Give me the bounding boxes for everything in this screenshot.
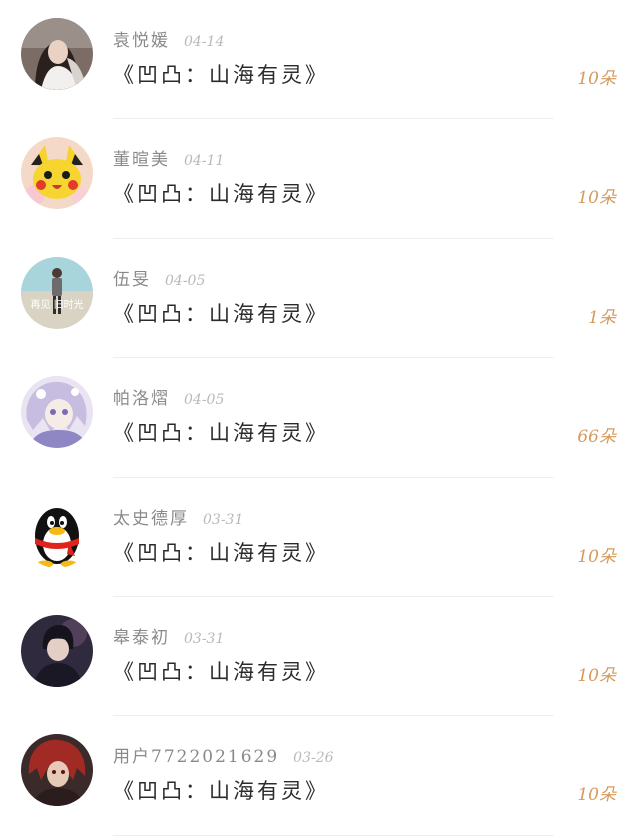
work-title: 《凹凸：山海有灵》 <box>113 182 329 207</box>
work-title: 《凹凸：山海有灵》 <box>113 63 329 87</box>
qq-penguin-avatar[interactable] <box>21 495 93 568</box>
work-title: 《凹凸：山海有灵》 <box>113 421 329 446</box>
username: 皋泰初 03-31 <box>113 627 225 648</box>
beach-person-avatar[interactable]: 再见 旧时光 <box>21 256 93 329</box>
gift-date: 04-11 <box>184 153 225 170</box>
flower-count: 10朵 <box>577 69 616 89</box>
list-item[interactable]: 袁悦媛 04-14 《凹凸：山海有灵》 10朵 <box>0 0 640 120</box>
gift-date: 04-05 <box>165 272 206 289</box>
gift-date: 03-26 <box>293 750 334 767</box>
work-title: 《凹凸：山海有灵》 <box>113 659 329 684</box>
list-item[interactable]: 皋泰初 03-31 《凹凸：山海有灵》 10朵 <box>0 597 640 717</box>
flower-count: 1朵 <box>588 307 616 328</box>
red-hair-anime-avatar[interactable] <box>21 734 93 807</box>
list-item[interactable]: 董暄美 04-11 《凹凸：山海有灵》 10朵 <box>0 119 640 239</box>
username: 董暄美 04-11 <box>113 150 225 171</box>
flower-count: 10朵 <box>577 665 616 686</box>
gift-list: 袁悦媛 04-14 《凹凸：山海有灵》 10朵 董暄美 04-11 《凹凸：山海… <box>0 0 640 836</box>
list-item[interactable]: 帕洛熠 04-05 《凹凸：山海有灵》 66朵 <box>0 358 640 478</box>
anime-character-avatar[interactable] <box>21 376 93 449</box>
gift-date: 03-31 <box>203 511 244 528</box>
gift-date: 04-05 <box>184 392 225 409</box>
username: 袁悦媛 04-14 <box>113 31 225 51</box>
list-item[interactable]: 用户7722021629 03-26 《凹凸：山海有灵》 10朵 <box>0 716 640 836</box>
girl-photo-avatar[interactable] <box>21 18 93 90</box>
work-title: 《凹凸：山海有灵》 <box>113 540 329 565</box>
flower-count: 10朵 <box>577 188 616 209</box>
username: 用户7722021629 03-26 <box>113 747 334 768</box>
username: 帕洛熠 04-05 <box>113 389 225 410</box>
list-item[interactable]: 再见 旧时光 伍旻 04-05 《凹凸：山海有灵》 1朵 <box>0 239 640 359</box>
gift-date: 03-31 <box>184 630 225 647</box>
list-item[interactable]: 太史德厚 03-31 《凹凸：山海有灵》 10朵 <box>0 478 640 597</box>
work-title: 《凹凸：山海有灵》 <box>113 301 329 326</box>
flower-count: 10朵 <box>577 546 616 567</box>
flower-count: 10朵 <box>577 785 616 806</box>
work-title: 《凹凸：山海有灵》 <box>113 779 329 804</box>
divider <box>113 834 554 836</box>
pikachu-avatar[interactable] <box>21 137 93 210</box>
dark-anime-boy-avatar[interactable] <box>21 614 93 687</box>
avatar-caption: 再见 旧时光 <box>30 298 83 311</box>
flower-count: 66朵 <box>577 427 616 448</box>
username: 太史德厚 03-31 <box>113 508 244 529</box>
gift-date: 04-14 <box>184 34 225 50</box>
username: 伍旻 04-05 <box>113 269 206 290</box>
